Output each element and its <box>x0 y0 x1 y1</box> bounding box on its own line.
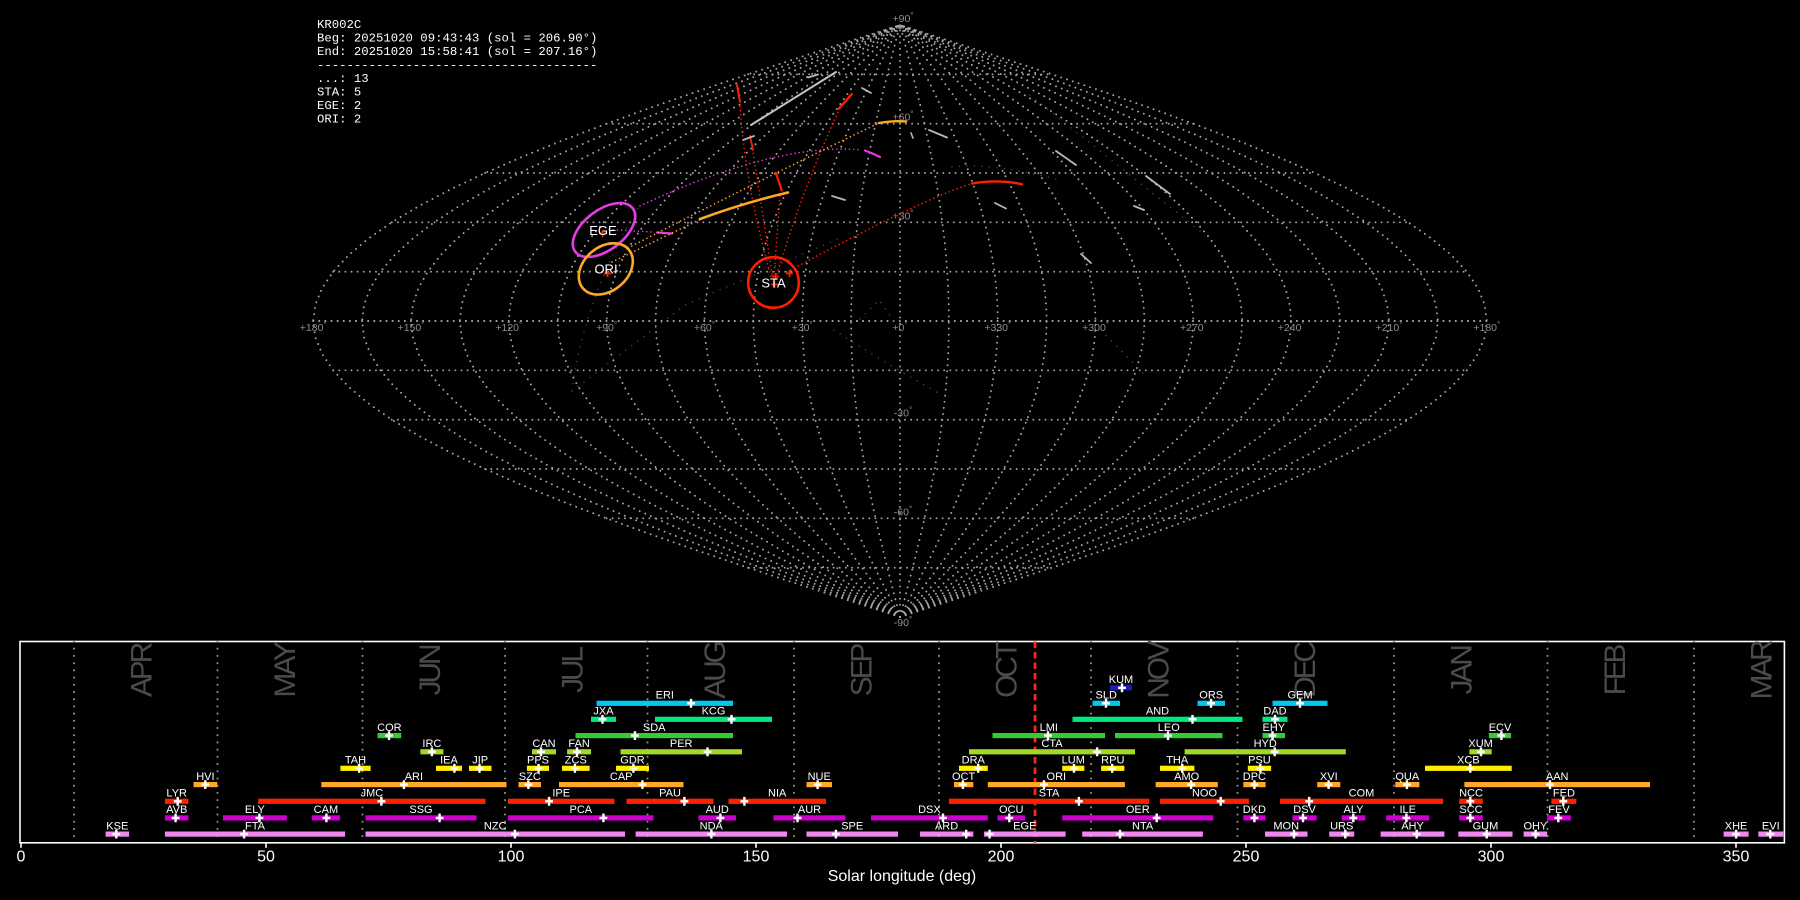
svg-text:MAR: MAR <box>1746 640 1779 700</box>
svg-text:APR: APR <box>126 642 159 697</box>
svg-text:XCB: XCB <box>1457 755 1480 767</box>
svg-text:AHY: AHY <box>1401 820 1424 832</box>
svg-text:PCA: PCA <box>569 804 592 816</box>
svg-text:ERI: ERI <box>656 690 674 702</box>
svg-text:50: 50 <box>257 849 275 866</box>
svg-text:TAH: TAH <box>345 755 366 767</box>
svg-text:200: 200 <box>988 849 1015 866</box>
svg-text:CAP: CAP <box>610 771 633 783</box>
svg-text:+180°: +180° <box>1473 320 1500 334</box>
svg-text:FTA: FTA <box>245 820 266 832</box>
svg-text:JUL: JUL <box>557 647 590 693</box>
svg-text:JXA: JXA <box>593 706 614 718</box>
svg-text:+180°: +180° <box>300 320 327 334</box>
svg-text:DSX: DSX <box>918 804 941 816</box>
svg-text:OCT: OCT <box>991 641 1024 698</box>
svg-text:GUM: GUM <box>1473 820 1499 832</box>
svg-text:+270°: +270° <box>1180 320 1207 334</box>
svg-text:IPE: IPE <box>552 788 570 800</box>
svg-text:MAY: MAY <box>269 641 302 697</box>
svg-text:AUG: AUG <box>699 641 732 698</box>
svg-text:STA: 5: STA: 5 <box>317 86 361 100</box>
svg-text:EGE: EGE <box>1013 820 1036 832</box>
svg-text:ILE: ILE <box>1399 804 1416 816</box>
svg-text:EHY: EHY <box>1262 722 1285 734</box>
svg-text:CTA: CTA <box>1041 738 1063 750</box>
svg-text:DRA: DRA <box>962 755 986 767</box>
svg-text:ORI: ORI <box>594 262 617 277</box>
svg-text:FAN: FAN <box>568 738 589 750</box>
svg-text:+150°: +150° <box>398 320 425 334</box>
svg-text:EGE: 2: EGE: 2 <box>317 99 361 113</box>
svg-text:OER: OER <box>1126 804 1150 816</box>
svg-text:NOO: NOO <box>1192 788 1218 800</box>
svg-text:+330°: +330° <box>984 320 1011 334</box>
svg-text:SZC: SZC <box>519 771 541 783</box>
svg-text:SDA: SDA <box>643 722 666 734</box>
svg-text:STA: STA <box>1039 788 1060 800</box>
svg-text:KR002C: KR002C <box>317 18 361 32</box>
svg-text:ARD: ARD <box>935 820 958 832</box>
svg-text:OCU: OCU <box>999 804 1024 816</box>
svg-text:NTA: NTA <box>1132 820 1154 832</box>
svg-text:KCG: KCG <box>702 706 726 718</box>
svg-text:THA: THA <box>1166 755 1189 767</box>
svg-text:SPE: SPE <box>841 820 863 832</box>
svg-text:100: 100 <box>498 849 525 866</box>
svg-text:PER: PER <box>670 738 693 750</box>
svg-text:250: 250 <box>1233 849 1260 866</box>
svg-text:350: 350 <box>1723 849 1750 866</box>
svg-text:300: 300 <box>1478 849 1505 866</box>
svg-text:COM: COM <box>1349 788 1375 800</box>
svg-text:------------------------------: -------------------------------------- <box>317 59 597 73</box>
svg-text:0: 0 <box>17 849 26 866</box>
svg-text:ORI: 2: ORI: 2 <box>317 112 361 126</box>
svg-text:AUR: AUR <box>798 804 821 816</box>
svg-text:+300°: +300° <box>1082 320 1109 334</box>
svg-text:ELY: ELY <box>245 804 266 816</box>
svg-text:NOV: NOV <box>1143 640 1176 699</box>
svg-text:Solar longitude (deg): Solar longitude (deg) <box>828 868 977 885</box>
svg-text:JAN: JAN <box>1446 646 1479 695</box>
svg-text:End: 20251020 15:58:41 (sol =: End: 20251020 15:58:41 (sol = 207.16°) <box>317 45 597 59</box>
svg-text:ORI: ORI <box>1047 771 1067 783</box>
svg-text:NIA: NIA <box>768 788 787 800</box>
svg-text:EGE: EGE <box>589 223 617 238</box>
svg-text:SSG: SSG <box>409 804 432 816</box>
svg-text:ARI: ARI <box>405 771 423 783</box>
svg-text:HYD: HYD <box>1254 738 1277 750</box>
svg-text:SEP: SEP <box>846 644 879 697</box>
svg-text:DSV: DSV <box>1293 804 1316 816</box>
svg-text:CAN: CAN <box>532 738 555 750</box>
svg-text:AUD: AUD <box>706 804 729 816</box>
svg-text:NUE: NUE <box>808 771 831 783</box>
svg-text:PAU: PAU <box>659 788 681 800</box>
svg-text:JMC: JMC <box>361 788 384 800</box>
svg-text:JUN: JUN <box>414 645 447 695</box>
svg-text:FEB: FEB <box>1599 644 1632 695</box>
svg-text:AMO: AMO <box>1174 771 1200 783</box>
svg-text:NZC: NZC <box>484 820 507 832</box>
svg-text:STA: STA <box>761 276 786 291</box>
svg-text:URS: URS <box>1330 820 1353 832</box>
svg-text:AND: AND <box>1146 706 1169 718</box>
svg-text:+120°: +120° <box>495 320 522 334</box>
svg-text:...: 13: ...: 13 <box>317 72 369 86</box>
svg-text:MON: MON <box>1273 820 1299 832</box>
svg-text:+210°: +210° <box>1376 320 1403 334</box>
svg-text:IEA: IEA <box>440 755 458 767</box>
svg-text:Beg: 20251020 09:43:43 (sol =: Beg: 20251020 09:43:43 (sol = 206.90°) <box>317 32 597 46</box>
svg-text:150: 150 <box>743 849 770 866</box>
svg-text:+240°: +240° <box>1278 320 1305 334</box>
